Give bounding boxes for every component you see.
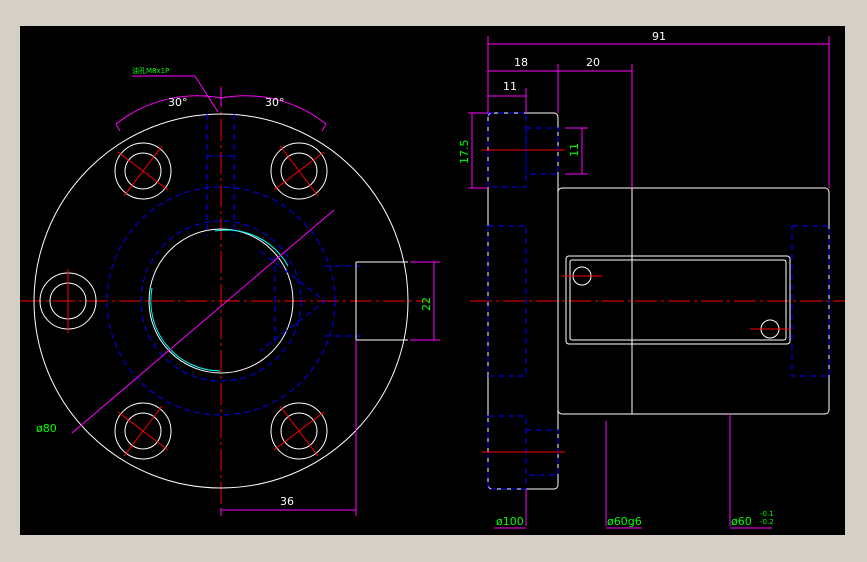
- cad-drawing: 30° 30° 油孔M8x1P 22 36 ø80 91 18 20 11 17…: [20, 30, 845, 529]
- dim11-top-label: 11: [503, 80, 517, 93]
- dim91-label: 91: [652, 30, 666, 43]
- return-slot-inner: [569, 259, 787, 341]
- dim175-label: 17.5: [458, 140, 471, 165]
- dim36-label: 36: [280, 495, 294, 508]
- side-view: 91 18 20 11 17.5 11 ø100 ø60g6 ø60 -0.1 …: [458, 30, 845, 529]
- angle-ext-right: [321, 123, 327, 132]
- angle-right-label: 30°: [265, 96, 285, 109]
- bolt-hole-top-right: [270, 142, 328, 200]
- d60-tol-lower: -0.2: [760, 518, 774, 526]
- pcd-label: ø80: [36, 422, 57, 435]
- d60-tol-upper: -0.1: [760, 510, 774, 518]
- return-slot-outer: [565, 255, 791, 345]
- thread-arc-left: [150, 287, 221, 372]
- bolt-hole-bottom-left: [114, 402, 172, 460]
- pcd-leader: [71, 209, 335, 434]
- d60-label: ø60: [731, 515, 752, 528]
- drawing-window: 30° 30° 油孔M8x1P 22 36 ø80 91 18 20 11 17…: [0, 0, 867, 562]
- oil-note-leader: [194, 75, 219, 113]
- front-view: 30° 30° 油孔M8x1P 22 36 ø80: [20, 66, 440, 516]
- angle-left-label: 30°: [168, 96, 188, 109]
- bolt-hole-top-left: [114, 142, 172, 200]
- hidden-bolt-bottom: [482, 415, 565, 490]
- d60g6-label: ø60g6: [607, 515, 642, 528]
- cad-canvas[interactable]: 30° 30° 油孔M8x1P 22 36 ø80 91 18 20 11 17…: [20, 26, 845, 535]
- d100-label: ø100: [496, 515, 524, 528]
- angle-ext-left: [115, 123, 121, 132]
- oil-hole-note: 油孔M8x1P: [132, 66, 169, 75]
- hidden-bolt-top: [482, 112, 565, 188]
- dim11-right-label: 11: [568, 143, 581, 157]
- dim20-label: 20: [586, 56, 600, 69]
- dim18-label: 18: [514, 56, 528, 69]
- bolt-hole-bottom-right: [270, 402, 328, 460]
- dim22-label: 22: [420, 297, 433, 311]
